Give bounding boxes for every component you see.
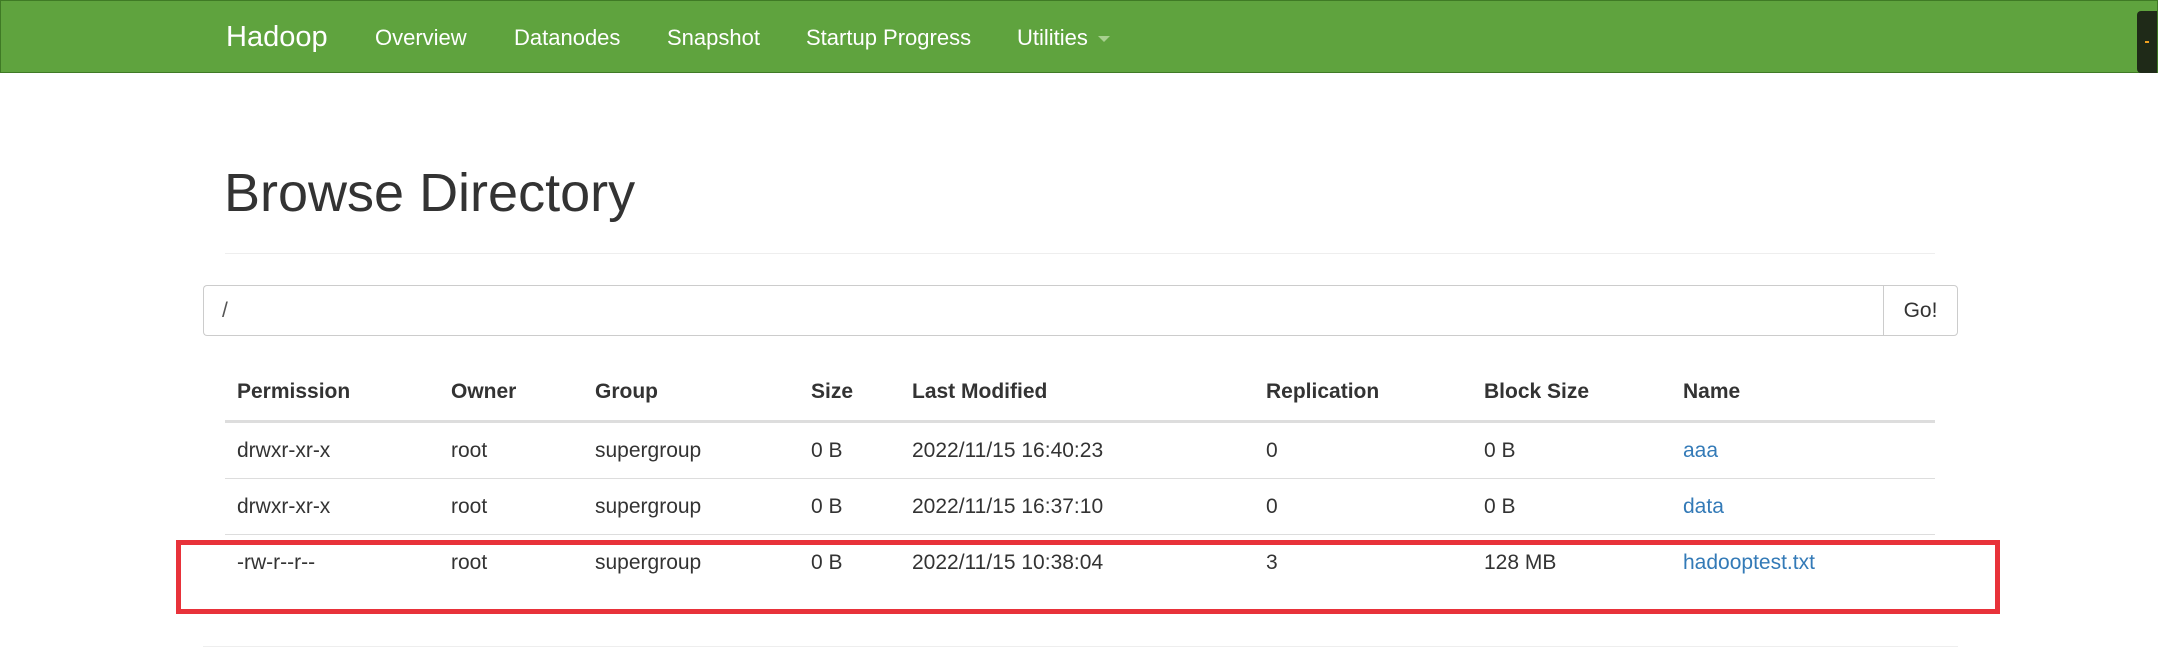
cell-block-size: 128 MB	[1484, 550, 1557, 574]
edge-widget	[2137, 11, 2157, 73]
cell-owner: root	[439, 478, 583, 535]
title-divider	[225, 253, 1935, 254]
footer-divider	[203, 646, 1958, 647]
cell-permission: drwxr-xr-x	[225, 421, 439, 479]
col-group[interactable]: Group	[583, 364, 799, 423]
cell-name: hadooptest.txt	[1671, 535, 1935, 591]
col-owner[interactable]: Owner	[439, 364, 583, 423]
cell-permission: drwxr-xr-x	[225, 478, 439, 535]
directory-table: Permission Owner Group Size Last Modifie…	[225, 364, 1935, 590]
nav-startup-progress[interactable]: Startup Progress	[806, 25, 971, 51]
nav-utilities-dropdown[interactable]: Utilities	[1017, 25, 1110, 51]
col-last-modified[interactable]: Last Modified	[900, 364, 1254, 423]
table-row: drwxr-xr-x root supergroup 0 B 2022/11/1…	[225, 478, 1935, 535]
path-input[interactable]	[203, 285, 1883, 336]
go-button[interactable]: Go!	[1883, 285, 1958, 336]
cell-last-modified: 2022/11/15 10:38:04	[912, 550, 1104, 574]
table-row: drwxr-xr-x root supergroup 0 B 2022/11/1…	[225, 421, 1935, 479]
cell-last-modified: 2022/11/15 16:40:23	[900, 421, 1254, 479]
caret-down-icon	[1097, 36, 1110, 43]
cell-replication: 0	[1254, 421, 1472, 479]
cell-owner: root	[451, 550, 488, 574]
entry-link-aaa[interactable]: aaa	[1683, 439, 1718, 462]
top-navbar: Hadoop Overview Datanodes Snapshot Start…	[0, 0, 2158, 73]
cell-group: supergroup	[595, 550, 702, 574]
cell-replication: 3	[1266, 550, 1278, 574]
nav-snapshot[interactable]: Snapshot	[667, 25, 760, 51]
cell-group: supergroup	[583, 478, 799, 535]
col-size[interactable]: Size	[799, 364, 900, 423]
brand-link[interactable]: Hadoop	[226, 21, 328, 54]
cell-name: data	[1671, 478, 1935, 535]
page-title: Browse Directory	[224, 163, 636, 223]
col-replication[interactable]: Replication	[1254, 364, 1472, 423]
indicator-icon	[2145, 41, 2149, 43]
cell-group: supergroup	[583, 421, 799, 479]
cell-size: 0 B	[799, 421, 900, 479]
cell-block-size: 0 B	[1472, 421, 1671, 479]
cell-permission: -rw-r--r--	[237, 550, 316, 574]
entry-link-hadooptest[interactable]: hadooptest.txt	[1683, 551, 1815, 574]
table-header-row: Permission Owner Group Size Last Modifie…	[225, 364, 1935, 423]
col-name[interactable]: Name	[1671, 364, 1935, 423]
nav-datanodes[interactable]: Datanodes	[514, 25, 620, 51]
table-row: -rw-r--r-- root supergroup 0 B 2022/11/1…	[225, 535, 1935, 591]
nav-utilities-label: Utilities	[1017, 25, 1088, 50]
nav-overview[interactable]: Overview	[375, 25, 467, 51]
cell-replication: 0	[1254, 478, 1472, 535]
cell-owner: root	[439, 421, 583, 479]
path-search-group: Go!	[203, 285, 1958, 336]
col-block-size[interactable]: Block Size	[1472, 364, 1671, 423]
cell-block-size: 0 B	[1472, 478, 1671, 535]
cell-last-modified: 2022/11/15 16:37:10	[900, 478, 1254, 535]
cell-name: aaa	[1671, 421, 1935, 479]
cell-size: 0 B	[799, 478, 900, 535]
cell-size: 0 B	[811, 550, 843, 574]
entry-link-data[interactable]: data	[1683, 495, 1724, 518]
col-permission[interactable]: Permission	[225, 364, 439, 423]
